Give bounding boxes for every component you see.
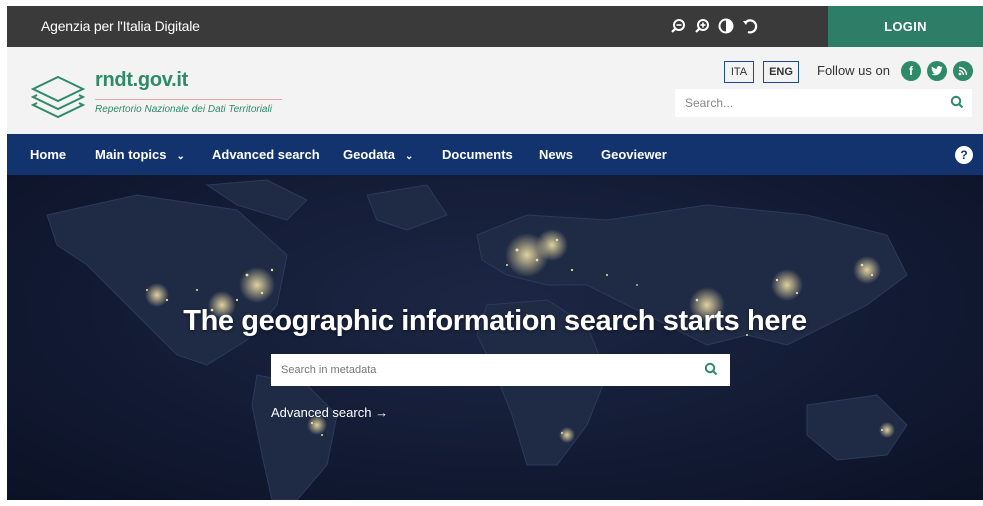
advanced-search-link[interactable]: Advanced search → [271,405,388,420]
agency-link[interactable]: Agenzia per l'Italia Digitale [41,6,200,47]
nav-item-documents[interactable]: Documents [442,134,513,175]
hero-section: The geographic information search starts… [7,175,983,500]
top-bar: Agenzia per l'Italia Digitale LOGIN [7,6,983,47]
logo-divider [95,99,282,100]
header-search-input[interactable] [675,89,935,117]
search-icon[interactable] [950,95,964,114]
nav-item-label: Home [30,147,67,162]
search-icon[interactable] [704,362,718,381]
chevron-down-icon: ⌄ [405,151,414,162]
main-navigation: Home Main topics ⌄ Advanced search Geodat… [7,134,983,175]
site-title[interactable]: rndt.gov.it [95,69,188,92]
nav-item-news[interactable]: News [539,134,573,175]
site-header: rndt.gov.it Repertorio Nazionale dei Dat… [7,47,983,134]
twitter-icon[interactable] [927,61,947,81]
nav-item-geodata[interactable]: Geodata ⌄ [343,134,413,177]
nav-item-label: Geodata [343,147,396,162]
zoom-in-icon[interactable] [693,17,711,35]
nav-item-advanced-search[interactable]: Advanced search [212,134,320,175]
rss-icon[interactable] [953,61,973,81]
facebook-icon[interactable]: f [901,61,921,81]
login-button[interactable]: LOGIN [828,6,983,47]
help-icon[interactable]: ? [955,146,973,164]
site-subtitle: Repertorio Nazionale dei Dati Territoria… [95,104,272,115]
language-eng-button[interactable]: ENG [763,61,799,83]
nav-item-geoviewer[interactable]: Geoviewer [601,134,667,175]
contrast-icon[interactable] [717,17,735,35]
nav-item-main-topics[interactable]: Main topics ⌄ [95,134,185,177]
nav-item-label: Geoviewer [601,147,667,162]
metadata-search-box [271,354,730,386]
page-frame: Agenzia per l'Italia Digitale LOGIN rndt… [7,6,983,500]
header-search-box [675,89,972,117]
nav-item-home[interactable]: Home [30,134,66,175]
reset-icon[interactable] [741,17,759,35]
nav-item-label: Documents [442,147,513,162]
accessibility-tools [669,17,759,35]
metadata-search-input[interactable] [271,354,691,386]
nav-item-label: Advanced search [212,147,320,162]
zoom-out-icon[interactable] [669,17,687,35]
nav-item-label: News [539,147,573,162]
hero-title: The geographic information search starts… [183,305,807,337]
layers-logo-icon[interactable] [30,75,86,126]
chevron-down-icon: ⌄ [176,151,185,162]
nav-item-label: Main topics [95,147,167,162]
follow-us-label: Follow us on [817,63,890,78]
language-ita-button[interactable]: ITA [724,61,754,83]
